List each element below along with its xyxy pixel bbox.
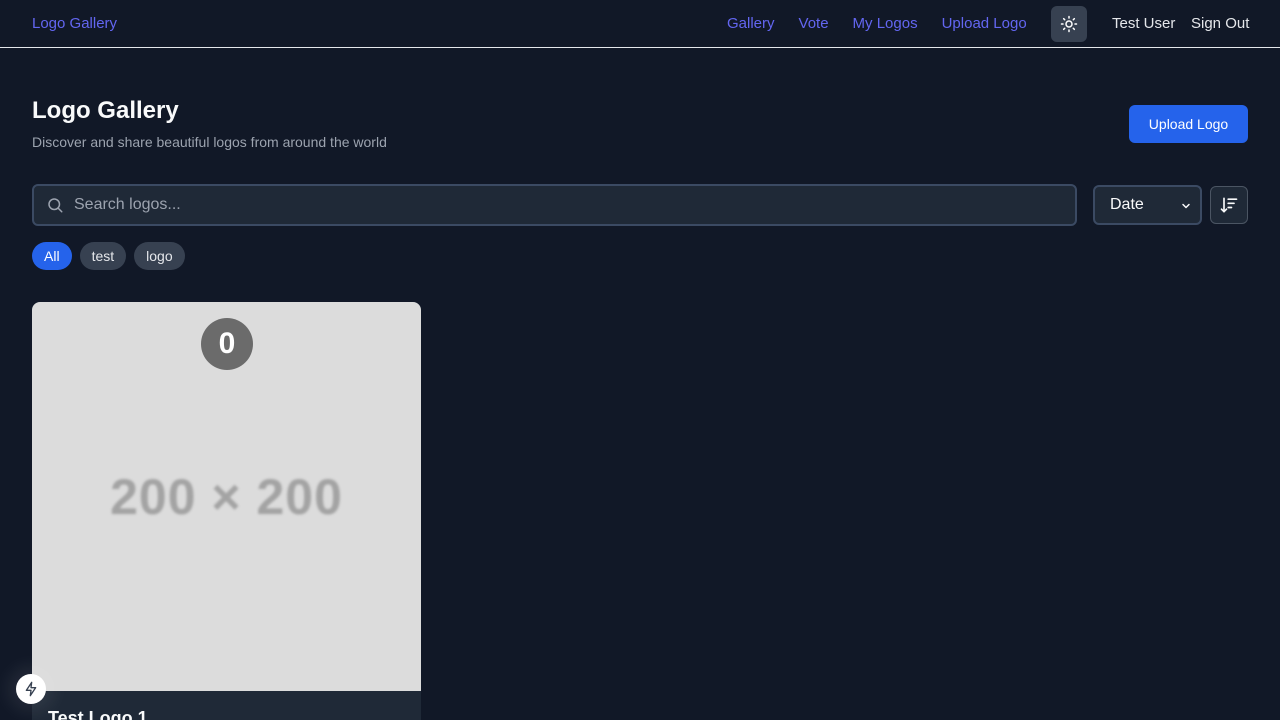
search-box (32, 184, 1077, 226)
sign-out-button[interactable]: Sign Out (1191, 15, 1249, 32)
page-subtitle: Discover and share beautiful logos from … (32, 134, 387, 150)
lightning-icon (25, 681, 37, 697)
top-nav: Logo Gallery Gallery Vote My Logos Uploa… (0, 0, 1280, 48)
logo-card[interactable]: 200 × 200 0 Test Logo 1 (32, 302, 421, 720)
tag-filter-list: All test logo (32, 242, 193, 270)
tag-logo[interactable]: logo (134, 242, 185, 270)
upload-logo-button[interactable]: Upload Logo (1129, 105, 1248, 143)
page-title: Logo Gallery (32, 97, 179, 124)
vote-count-badge: 0 (201, 318, 253, 370)
dev-tools-button[interactable] (16, 674, 46, 704)
chevron-down-icon (1182, 203, 1190, 209)
search-input[interactable] (74, 186, 1064, 224)
nav-link-my-logos[interactable]: My Logos (853, 15, 918, 32)
image-placeholder-text: 200 × 200 (110, 468, 343, 525)
nav-link-upload-logo[interactable]: Upload Logo (942, 15, 1027, 32)
sort-direction-button[interactable] (1210, 186, 1248, 224)
sort-select[interactable]: Date (1093, 185, 1202, 225)
brand-link[interactable]: Logo Gallery (32, 15, 117, 32)
search-icon (48, 198, 63, 213)
sort-descending-icon (1220, 197, 1238, 213)
nav-link-vote[interactable]: Vote (799, 15, 829, 32)
logo-image[interactable]: 200 × 200 0 (32, 302, 421, 691)
tag-all[interactable]: All (32, 242, 72, 270)
nav-link-gallery[interactable]: Gallery (727, 15, 775, 32)
user-name: Test User (1112, 15, 1176, 32)
logo-card-title: Test Logo 1 (48, 708, 148, 720)
theme-toggle-button[interactable] (1051, 6, 1087, 42)
sun-icon (1060, 15, 1078, 33)
nav-links: Gallery Vote My Logos Upload Logo (727, 15, 1051, 32)
sort-select-value: Date (1110, 196, 1144, 213)
tag-test[interactable]: test (79, 242, 127, 270)
